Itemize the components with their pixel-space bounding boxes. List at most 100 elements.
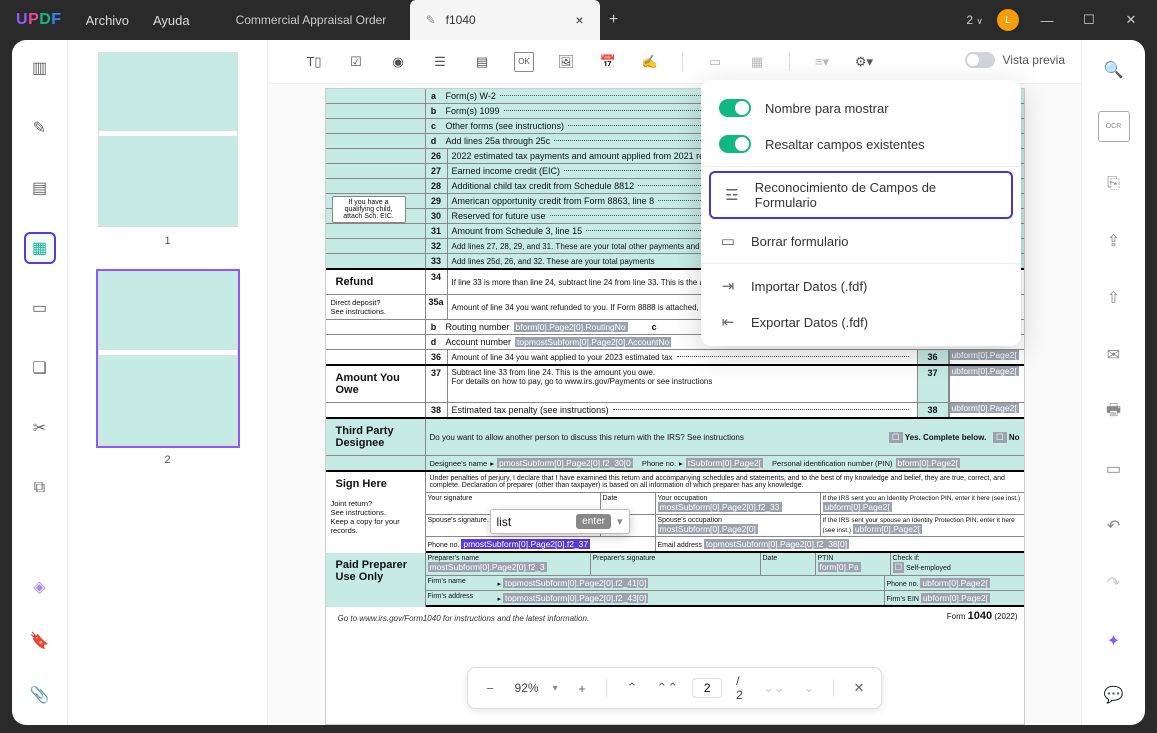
menu-label: Importar Datos (.fdf) [751,279,867,294]
extract-icon[interactable]: ⎘ [1098,168,1130,199]
signature-tool[interactable]: ✍ [640,52,660,72]
form-toolbar: T▯ ☑ ◉ ☰ ▤ OK 🖼 📅 ✍ ▭ ▦ ≡▾ ⚙▾ [268,40,1081,84]
field-preparer-name[interactable]: mostSubform[0].Page2[0].f2_3 [428,562,547,572]
field-ptin[interactable]: form[0].Pa [818,562,861,572]
grid-tool[interactable]: ▦ [747,52,767,72]
last-page-button[interactable]: ⌄ [799,677,820,699]
field-phone[interactable]: pmostSubform[0].Page2[0].f2_37 [461,539,590,549]
bookmark-icon[interactable]: 🔖 [24,625,56,657]
menu-file[interactable]: Archivo [86,13,129,28]
email-icon[interactable]: ✉ [1098,340,1130,371]
toggle-on-icon[interactable] [719,99,751,117]
search-icon[interactable]: 🔍 [1098,54,1130,85]
button-tool[interactable]: OK [514,52,534,72]
tab-inactive[interactable]: Commercial Appraisal Order [220,0,410,40]
more-align-icon[interactable]: ≡▾ [812,52,832,72]
menu-label: Exportar Datos (.fdf) [751,315,868,330]
radio-tool[interactable]: ◉ [388,52,408,72]
field-36[interactable]: ubform[0].Page2[ [950,350,1019,360]
field-firm-name[interactable]: topmostSubform[0].Page2[0].f2_41[0] [503,578,648,588]
line-25c: Other forms (see instructions) [446,121,565,131]
field-38[interactable]: ubform[0].Page2[ [950,403,1019,413]
field-occupation[interactable]: mostSubform[0].Page2[0].f2_33 [658,502,782,512]
line-25a: Form(s) W-2 [446,91,496,101]
print-icon[interactable]: 🖶 [1098,397,1130,428]
form-settings-icon[interactable]: ⚙▾ [854,52,874,72]
field-email[interactable]: topmostSubform[0].Page2[0].f2_38[0] [704,539,849,549]
attachment-icon[interactable]: 📎 [24,679,56,711]
preview-toggle[interactable]: Vista previa [965,52,1065,68]
chevron-down-icon[interactable]: ▾ [553,683,558,694]
autocomplete-dropdown[interactable]: list enter ▾ [490,509,630,534]
user-avatar[interactable]: L [997,9,1019,31]
compare-icon[interactable]: ⧉ [24,472,56,504]
crop-icon[interactable]: ✂ [24,412,56,444]
line-36: Amount of line 34 you want applied to yo… [452,353,673,362]
comment-icon[interactable]: 💬 [1098,679,1130,711]
undo-icon[interactable]: ↶ [1098,511,1130,542]
page-input[interactable] [692,678,722,698]
thumbnail-page-1[interactable] [98,52,238,227]
field-firm-phone[interactable]: ubform[0].Page2[ [920,578,989,588]
redo-icon[interactable]: ↷ [1098,568,1130,599]
bookmarks-icon[interactable]: ▤ [24,172,56,204]
close-pager-button[interactable]: ✕ [848,677,869,699]
field-spouse-ip-pin[interactable]: ubform[0].Page2[ [853,524,922,534]
field-routing[interactable]: bform[0].Page2[0].RoutingNo [514,322,628,332]
maximize-button[interactable]: ☐ [1075,6,1103,34]
menu-highlight-fields[interactable]: Resaltar campos existentes [701,126,1021,162]
text-field-tool[interactable]: T▯ [304,52,324,72]
thumbnail-page-2[interactable] [98,271,238,446]
annotations-icon[interactable]: ✎ [24,112,56,144]
menu-help[interactable]: Ayuda [153,13,190,28]
close-tab-icon[interactable]: × [575,12,583,28]
align-tool[interactable]: ▭ [705,52,725,72]
field-37[interactable]: ubform[0].Page2[ [950,366,1019,376]
toggle-switch[interactable] [965,52,995,68]
flatten-icon[interactable]: ▭ [1098,454,1130,485]
form-fields-icon[interactable]: ▦ [24,232,56,264]
chevron-down-icon[interactable]: ▾ [617,515,623,528]
menu-export-data[interactable]: ⇤ Exportar Datos (.fdf) [701,304,1021,340]
field-spouse-occupation[interactable]: mostSubform[0].Page2[0] [658,524,758,534]
thumbnails-view-icon[interactable]: ▥ [24,52,56,84]
dropdown-tool[interactable]: ☰ [430,52,450,72]
menu-clear-form[interactable]: ▭ Borrar formulario [701,223,1021,259]
zoom-out-button[interactable]: − [480,677,501,699]
minimize-button[interactable]: — [1033,6,1061,34]
image-tool[interactable]: 🖼 [556,52,576,72]
field-designee-pin[interactable]: bform[0].Page2[ [896,458,960,468]
field-designee-name[interactable]: pmostSubform[0].Page2[0].f2_30[0 [497,458,633,468]
zoom-in-button[interactable]: + [572,677,593,699]
next-page-button[interactable]: ⌄⌄ [763,677,785,699]
tool-icon-1[interactable]: ▭ [24,292,56,324]
ai-icon[interactable]: ✦ [1098,625,1130,657]
tab-active[interactable]: ✎ f1040 × [410,0,600,40]
listbox-tool[interactable]: ▤ [472,52,492,72]
new-tab-button[interactable]: + [600,0,628,40]
toggle-on-icon[interactable] [719,135,751,153]
notification-count[interactable]: 2 ∨ [966,13,983,27]
ocr-icon[interactable]: OCR [1098,111,1130,142]
field-account[interactable]: topmostSubform[0].Page2[0].AccountNo [515,337,671,347]
tab-label: f1040 [446,13,476,27]
checkbox-tool[interactable]: ☑ [346,52,366,72]
first-page-button[interactable]: ⌃ [621,677,642,699]
date-tool[interactable]: 📅 [598,52,618,72]
menu-recognize-fields[interactable]: ☲ Reconocimiento de Campos de Formulario [709,171,1013,219]
export-icon[interactable]: ⇪ [1098,225,1130,256]
layers-icon[interactable]: ◈ [24,571,56,603]
share-icon[interactable]: ⇧ [1098,282,1130,313]
field-firm-addr[interactable]: topmostSubform[0].Page2[0].f2_43[0] [503,593,648,603]
tab-label: Commercial Appraisal Order [236,13,387,27]
pages-icon[interactable]: ❏ [24,352,56,384]
prev-page-button[interactable]: ⌃⌃ [656,677,678,699]
field-ip-pin[interactable]: ubform[0].Page2[ [823,502,892,512]
menu-show-name[interactable]: Nombre para mostrar [701,90,1021,126]
field-firm-ein[interactable]: ubform[0].Page2[ [921,593,990,603]
zoom-value[interactable]: 92% [515,681,539,695]
field-designee-phone[interactable]: tSubform[0].Page2[ [686,458,763,468]
close-window-button[interactable]: ✕ [1117,6,1145,34]
menu-import-data[interactable]: ⇥ Importar Datos (.fdf) [701,268,1021,304]
line-31: Amount from Schedule 3, line 15 [452,226,583,236]
